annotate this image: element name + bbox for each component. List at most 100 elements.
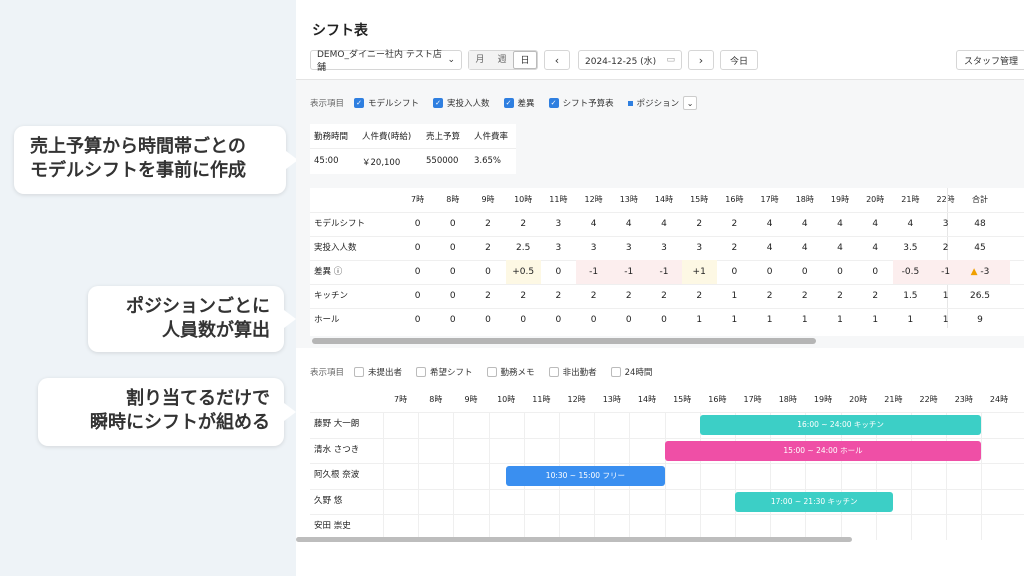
display-filters-2: 表示項目 未提出者 希望シフト 勤務メモ 非出勤者 24時間	[310, 366, 660, 378]
hour-header: 15時	[690, 195, 709, 204]
filter-unsubmitted[interactable]: 未提出者	[354, 366, 402, 378]
staff-name: 久野 悠	[314, 495, 343, 506]
filter-difference[interactable]: ✓ 差異	[503, 97, 535, 109]
display-filters: 表示項目 ✓ モデルシフト ✓ 実投入人数 ✓ 差異 ✓ シフト予算表 ポジション ⌄	[310, 96, 705, 110]
check-icon: ✓	[503, 98, 514, 108]
filter-label: 表示項目	[310, 368, 345, 378]
table-cell: 3	[661, 243, 667, 253]
staff-name: 安田 崇史	[314, 521, 351, 531]
shift-bar[interactable]: 16:00 ~ 24:00 キッチン	[699, 415, 982, 435]
hour-header: 21時	[901, 195, 920, 204]
prev-button[interactable]: ‹	[544, 50, 570, 70]
table-cell: 0	[872, 267, 879, 277]
store-select[interactable]: DEMO_ダイニー社内 テスト店舗 ⌄	[310, 50, 462, 73]
shift-bar[interactable]: 15:00 ~ 24:00 ホール	[664, 440, 982, 461]
hour-header: 14時	[637, 395, 657, 404]
table-cell: 1	[731, 291, 738, 301]
tab-month[interactable]: 月	[469, 51, 491, 69]
hour-header: 9時	[481, 195, 495, 204]
table-cell: 0	[801, 267, 808, 277]
filter-item-label: 勤務メモ	[500, 368, 535, 378]
hour-header: 13時	[602, 395, 621, 404]
table-cell: 0	[731, 267, 738, 277]
chevron-down-icon[interactable]: ⌄	[683, 96, 698, 110]
hour-header: 17時	[760, 195, 779, 204]
callout-assign: 割り当てるだけで 瞬時にシフトが組める	[38, 378, 296, 446]
table-cell: 2	[485, 243, 491, 253]
row-total: 45	[974, 243, 986, 253]
table-cell: -0.5	[892, 260, 928, 284]
hour-header: 22時	[919, 395, 938, 404]
filter-24h[interactable]: 24時間	[610, 366, 652, 378]
table-cell: 0	[414, 219, 421, 229]
checkbox-empty-icon	[548, 367, 559, 377]
horizontal-scrollbar[interactable]	[312, 338, 816, 344]
table-cell: -1	[646, 260, 682, 284]
tab-day[interactable]: 日	[513, 51, 537, 69]
shift-bar[interactable]: 10:30 ~ 15:00 フリー	[506, 466, 665, 486]
today-button[interactable]: 今日	[720, 50, 758, 70]
table-cell: 2	[731, 243, 738, 253]
model-shift-table: 7時 8時 9時 10時 11時 12時 13時 14時 15時 16時 17時 18時 19時 20時 2…	[310, 188, 1024, 336]
hour-header: 21時	[884, 395, 903, 404]
table-cell: 0	[520, 315, 527, 325]
filter-label: 表示項目	[310, 99, 345, 109]
filter-item-label: ポジション	[636, 99, 680, 109]
row-label: モデルシフト	[314, 219, 366, 229]
budget-summary: 勤務時間 人件費(時給) 売上予算 人件費率 45:00 ￥20,100 550…	[310, 124, 516, 174]
filter-non-attending[interactable]: 非出勤者	[548, 366, 597, 378]
filter-actual-staff[interactable]: ✓ 実投入人数	[433, 97, 490, 109]
table-cell: 1	[837, 315, 843, 325]
summary-value: 45:00	[314, 156, 339, 166]
table-cell: 2	[661, 291, 667, 301]
table-cell: 1	[731, 315, 738, 325]
hour-header: 17時	[743, 395, 762, 404]
next-button[interactable]: ›	[688, 50, 714, 70]
tab-week[interactable]: 週	[491, 51, 513, 69]
table-cell: 4	[801, 219, 808, 229]
filter-item-label: 未提出者	[368, 368, 403, 378]
hour-header: 24時	[989, 395, 1009, 404]
filter-budget-table[interactable]: ✓ シフト予算表	[548, 97, 614, 109]
shift-bar[interactable]: 17:00 ~ 21:30 キッチン	[735, 491, 894, 512]
table-cell: 3.5	[903, 243, 918, 253]
callout-line: 売上予算から時間帯ごとの	[30, 136, 246, 157]
staff-management-button[interactable]: スタッフ管理	[956, 50, 1024, 70]
check-icon: ✓	[433, 98, 444, 108]
page-title: シフト表	[312, 23, 368, 39]
view-switch: 月 週 日	[468, 50, 538, 70]
hour-header: 7時	[394, 395, 408, 404]
table-cell: 0	[590, 315, 597, 325]
filter-position[interactable]: ポジション ⌄	[627, 96, 698, 110]
filter-model-shift[interactable]: ✓ モデルシフト	[354, 97, 419, 109]
filter-item-label: 非出勤者	[562, 368, 597, 378]
table-cell: 4	[766, 243, 773, 253]
table-cell: 4	[872, 219, 879, 229]
date-picker[interactable]: 2024-12-25 (水) ▭	[578, 50, 682, 70]
table-cell: +0.5	[505, 260, 541, 284]
chevron-left-icon: ‹	[554, 53, 560, 67]
check-icon: ✓	[548, 98, 559, 108]
hour-header: 20時	[849, 395, 868, 404]
staff-name: 阿久根 奈波	[314, 470, 360, 480]
hour-header: 19時	[830, 195, 850, 204]
callout-position: ポジションごとに 人員数が算出	[88, 286, 296, 352]
callout-line: モデルシフトを事前に作成	[30, 160, 246, 182]
table-cell: 2	[590, 291, 597, 301]
table-cell: 0	[449, 243, 456, 253]
filter-preferred-shift[interactable]: 希望シフト	[416, 366, 473, 378]
table-cell: 2	[837, 291, 843, 301]
summary-value: 3.65%	[474, 156, 502, 166]
hour-header: 16時	[708, 395, 727, 404]
filter-work-memo[interactable]: 勤務メモ	[486, 366, 535, 378]
warning-icon: ▲	[970, 267, 978, 277]
filter-item-label: 実投入人数	[447, 99, 490, 109]
horizontal-scrollbar-2[interactable]	[296, 537, 852, 542]
hour-header: 8時	[429, 395, 443, 404]
table-cell: 0	[485, 315, 491, 325]
checkbox-empty-icon	[486, 367, 497, 377]
hour-header: 16時	[725, 195, 744, 204]
chevron-right-icon: ›	[698, 53, 704, 67]
checkbox-empty-icon	[416, 367, 427, 377]
table-cell: 3	[555, 243, 562, 253]
